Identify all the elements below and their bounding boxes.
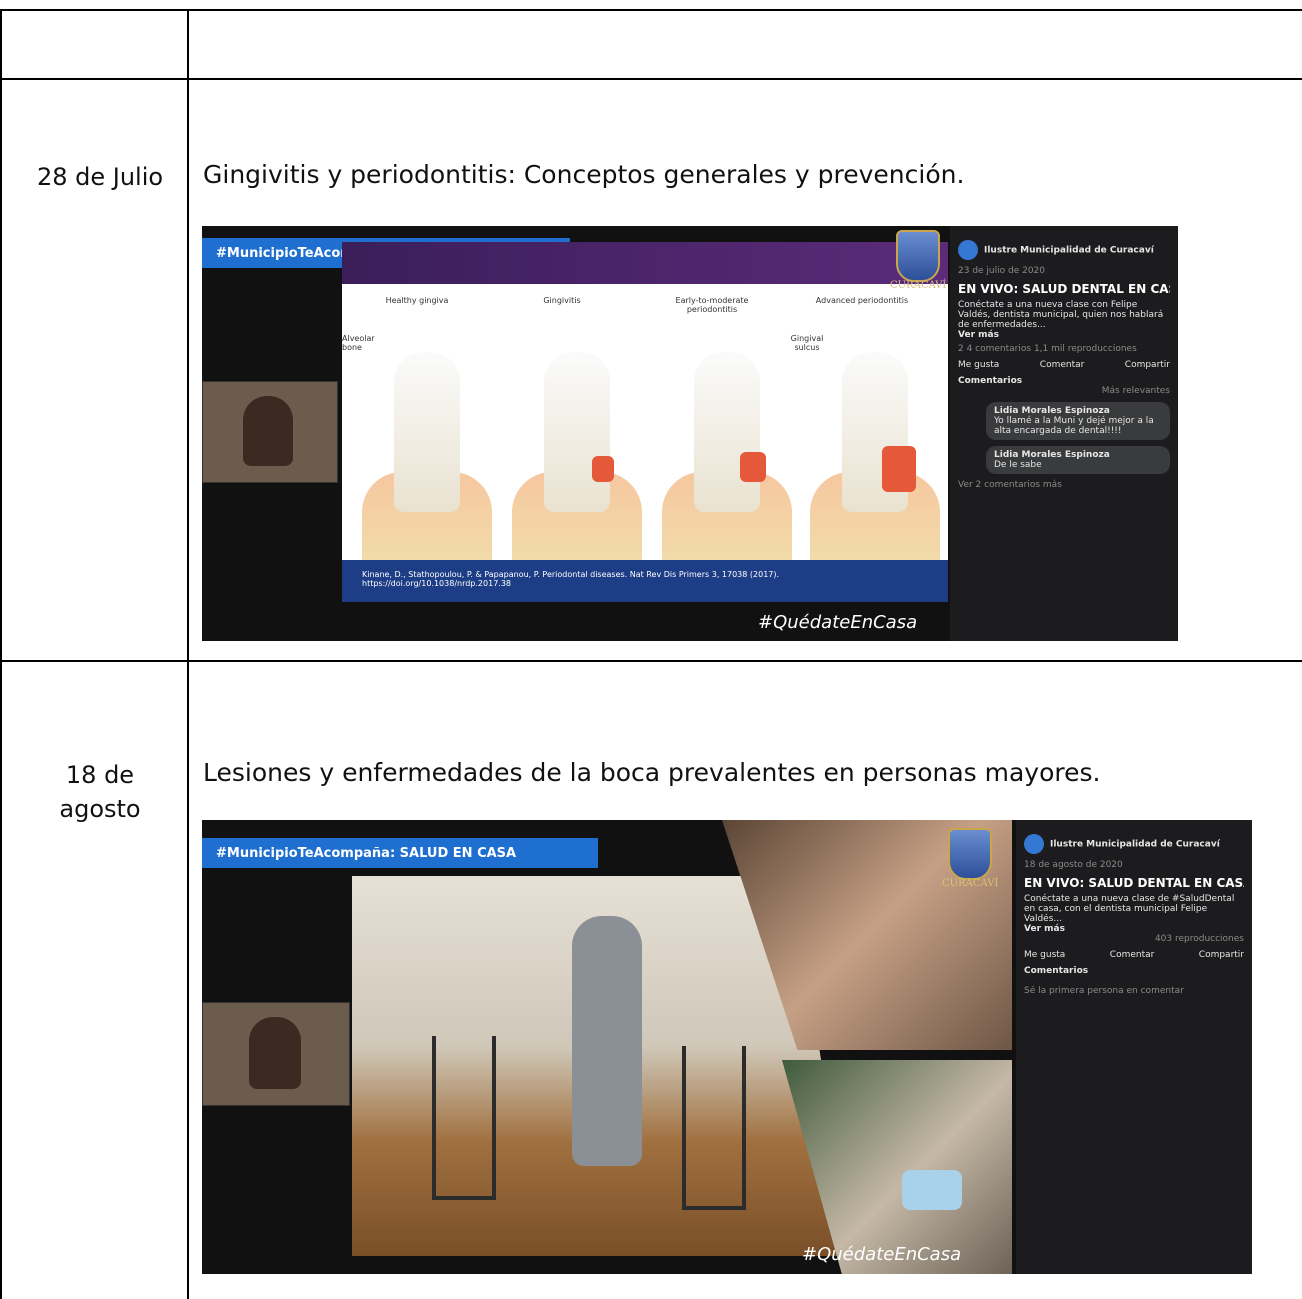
tooth-1 xyxy=(394,352,460,512)
see-more-link[interactable]: Ver más xyxy=(958,330,1170,340)
row-3-topic: Lesiones y enfermedades de la boca preva… xyxy=(203,758,1101,787)
post-meta-2: 18 de agosto de 2020 xyxy=(1024,860,1123,870)
slide-label-gingivitis: Gingivitis xyxy=(543,296,581,305)
dental-slide: Healthy gingiva Gingivitis Early-to-mode… xyxy=(342,242,948,602)
table-border-left xyxy=(0,9,2,1299)
comment-2: Lidia Morales Espinoza De le sabe xyxy=(986,446,1170,474)
municipality-crest xyxy=(896,230,940,282)
like-button-2[interactable]: Me gusta xyxy=(1024,950,1065,960)
crest-label: CURACAVÍ xyxy=(890,280,947,291)
page-name-2[interactable]: Ilustre Municipalidad de Curacaví xyxy=(1050,840,1220,850)
facebook-sidebar: Ilustre Municipalidad de Curacaví 23 de … xyxy=(950,226,1178,641)
chair-right xyxy=(682,1046,746,1210)
presenter-figure xyxy=(243,396,293,466)
comments-label-2: Comentarios xyxy=(1024,966,1089,976)
slide-label-sulcus: Gingival sulcus xyxy=(790,334,824,352)
post-title-2: EN VIVO: SALUD DENTAL EN CASA. xyxy=(1024,876,1244,890)
inflamed-gum-3 xyxy=(740,452,766,482)
woman-exercising xyxy=(572,916,642,1166)
presenter-figure-2 xyxy=(249,1017,301,1089)
share-button-2[interactable]: Compartir xyxy=(1199,950,1244,960)
slide-label-early: Early-to-moderate periodontitis xyxy=(675,296,749,314)
slide-reference: Kinane, D., Stathopoulou, P. & Papapanou… xyxy=(342,560,948,602)
post-text: Conéctate a una nueva clase con Felipe V… xyxy=(958,300,1164,330)
tooth-3 xyxy=(694,352,760,512)
hashtag-quedate-2: #QuédateEnCasa xyxy=(802,1244,962,1265)
comments-label: Comentarios xyxy=(958,376,1023,386)
presenter-webcam-2 xyxy=(202,1002,350,1106)
post-stats: 2 4 comentarios 1,1 mil reproducciones xyxy=(958,344,1137,354)
first-comment-prompt[interactable]: Sé la primera persona en comentar xyxy=(1024,986,1244,996)
row-3-date: 18 de agosto xyxy=(59,761,141,823)
comment-2-text: De le sabe xyxy=(994,460,1042,470)
see-more-link-2[interactable]: Ver más xyxy=(1024,924,1244,934)
page-name[interactable]: Ilustre Municipalidad de Curacaví xyxy=(984,246,1154,256)
hashtag-quedate: #QuédateEnCasa xyxy=(758,612,918,633)
row-2-video-screenshot: #MunicipioTeAcompaña: SALUD EN CASA Heal… xyxy=(202,226,1178,641)
slide-header xyxy=(342,242,948,284)
chair-left xyxy=(432,1036,496,1200)
comment-button-2[interactable]: Comentar xyxy=(1110,950,1155,960)
slide-label-alveolar: Alveolar bone xyxy=(342,334,375,352)
comment-button[interactable]: Comentar xyxy=(1040,360,1085,370)
like-button[interactable]: Me gusta xyxy=(958,360,999,370)
row-3-video-screenshot: #MunicipioTeAcompaña: SALUD EN CASA CURA… xyxy=(202,820,1252,1274)
inflamed-gum-4 xyxy=(882,446,916,492)
post-title: EN VIVO: SALUD DENTAL EN CASA. xyxy=(958,282,1170,296)
page-avatar xyxy=(958,240,978,260)
action-bar: Me gusta Comentar Compartir xyxy=(958,360,1170,370)
sort-comments[interactable]: Más relevantes xyxy=(958,386,1170,396)
comment-1-text: Yo llamé a la Muni y dejé mejor a la alt… xyxy=(994,416,1154,436)
slide-label-advanced: Advanced periodontitis xyxy=(815,296,909,305)
slide-label-healthy: Healthy gingiva xyxy=(385,296,449,305)
share-button[interactable]: Compartir xyxy=(1125,360,1170,370)
comment-1-author[interactable]: Lidia Morales Espinoza xyxy=(994,406,1110,416)
post-meta: 23 de julio de 2020 xyxy=(958,266,1046,276)
comment-2-author[interactable]: Lidia Morales Espinoza xyxy=(994,450,1110,460)
crest-label-2: CURACAVÍ xyxy=(942,878,999,889)
table-row-divider-1 xyxy=(0,78,1302,80)
action-bar-2: Me gusta Comentar Compartir xyxy=(1024,950,1244,960)
row-2-topic: Gingivitis y periodontitis: Conceptos ge… xyxy=(203,160,965,189)
municipio-banner-2: #MunicipioTeAcompaña: SALUD EN CASA xyxy=(202,838,598,868)
post-stats-2: 403 reproducciones xyxy=(1154,934,1244,944)
face-mask xyxy=(902,1170,962,1210)
facebook-sidebar-2: Ilustre Municipalidad de Curacaví 18 de … xyxy=(1016,820,1252,1274)
table-column-divider xyxy=(187,9,189,1299)
post-text-2: Conéctate a una nueva clase de #SaludDen… xyxy=(1024,894,1235,924)
inflamed-gum-2 xyxy=(592,456,614,482)
municipality-crest-2 xyxy=(948,828,992,880)
comment-1: Lidia Morales Espinoza Yo llamé a la Mun… xyxy=(986,402,1170,440)
more-comments-link[interactable]: Ver 2 comentarios más xyxy=(958,480,1170,490)
tooth-2 xyxy=(544,352,610,512)
table-row-divider-2 xyxy=(0,660,1302,662)
presenter-webcam xyxy=(202,381,338,483)
page-avatar-2 xyxy=(1024,834,1044,854)
row-2-date: 28 de Julio xyxy=(36,163,164,191)
table-border-top xyxy=(0,9,1302,11)
